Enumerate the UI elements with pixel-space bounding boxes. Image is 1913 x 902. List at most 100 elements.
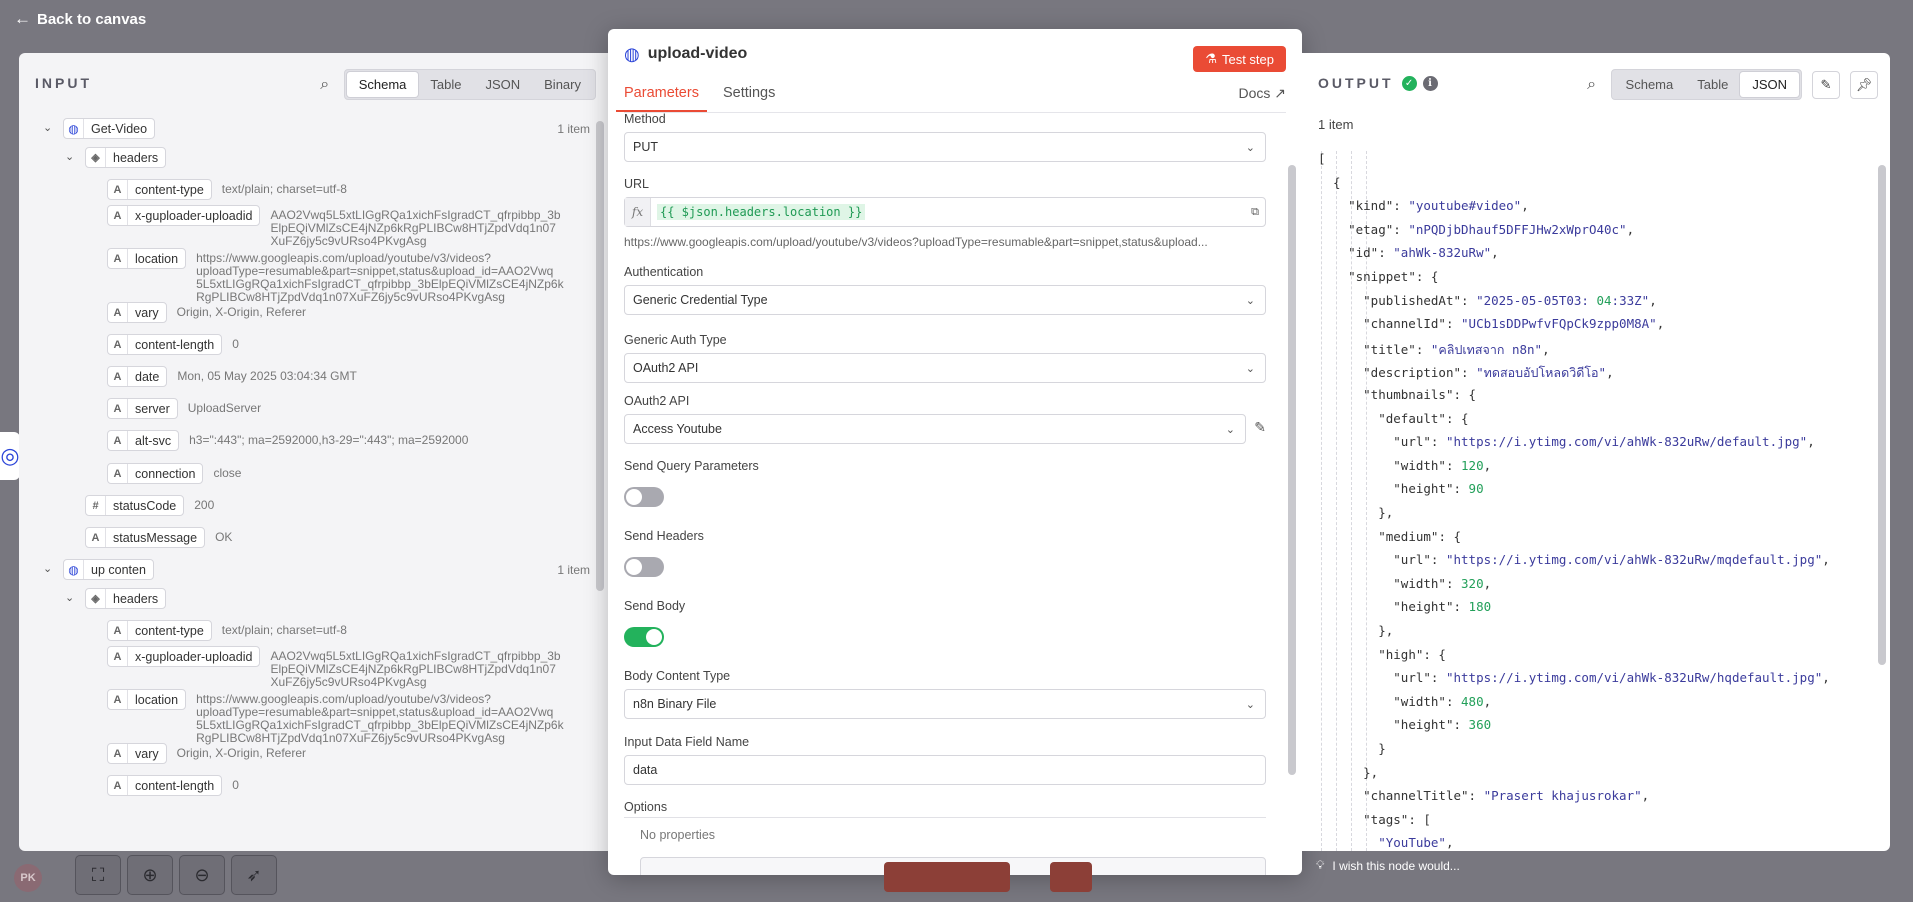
json-line: { <box>1318 174 1341 190</box>
json-line: "width": 480, <box>1393 693 1492 709</box>
oauth-credential-select[interactable]: Access Youtube ⌄ <box>624 414 1246 444</box>
expand-icon[interactable]: ⧉ <box>1251 206 1259 219</box>
chevron-down-icon[interactable]: ⌄ <box>43 121 52 134</box>
chevron-down-icon[interactable]: ⌄ <box>43 562 52 575</box>
send-headers-toggle[interactable] <box>624 557 664 577</box>
json-line: "url": "https://i.ytimg.com/vi/ahWk-832u… <box>1393 670 1830 686</box>
data-field-label: Input Data Field Name <box>624 735 750 749</box>
json-line: "height": 180 <box>1393 599 1492 615</box>
field-pill: Ax-guploader-uploadid <box>107 646 261 667</box>
output-panel: OUTPUT ✓ i ⌕ Schema Table JSON ✎ 📌︎ 1 it… <box>1302 53 1890 851</box>
pin-icon: 📌︎ <box>1855 76 1873 92</box>
send-body-label: Send Body <box>624 599 686 613</box>
input-tab-binary[interactable]: Binary <box>532 72 593 97</box>
docs-link[interactable]: Docs ↗ <box>1238 85 1286 102</box>
field-pill: Aserver <box>107 398 178 419</box>
field-pill: Aalt-svc <box>107 430 180 451</box>
tab-parameters[interactable]: Parameters <box>616 85 707 112</box>
field-pill: Acontent-length <box>107 775 223 796</box>
pencil-icon: ✎ <box>1820 76 1832 92</box>
data-field-input[interactable]: data <box>624 755 1266 785</box>
field-pill: Aconnection <box>107 463 204 484</box>
pencil-icon[interactable]: ✎ <box>1254 419 1266 436</box>
json-line: "YouTube", <box>1378 835 1454 851</box>
output-tab-json[interactable]: JSON <box>1740 72 1799 97</box>
external-link-icon: ↗ <box>1274 85 1286 101</box>
test-step-button[interactable]: ⚗ Test step <box>1193 46 1286 72</box>
field-pill: # statusCode <box>85 495 185 516</box>
field-value: AAO2Vwq5L5xtLIGgRQa1xichFsIgradCT_qfrpib… <box>270 649 561 689</box>
fit-view-button[interactable]: ⛶ <box>75 855 121 895</box>
scrollbar[interactable] <box>596 121 604 591</box>
json-line: "channelId": "UCb1sDDPwfvFQpCk9zpp0M8A", <box>1363 316 1665 332</box>
feedback-link[interactable]: 💡︎ I wish this node would... <box>1316 858 1460 873</box>
json-line: "kind": "youtube#video", <box>1348 198 1529 214</box>
chevron-down-icon[interactable]: ⌄ <box>65 150 74 163</box>
node-title[interactable]: upload-video <box>648 45 748 63</box>
globe-icon: ◍ <box>64 119 84 138</box>
scrollbar[interactable] <box>1878 165 1886 665</box>
chevron-down-icon: ⌄ <box>1245 698 1255 711</box>
chevron-down-icon: ⌄ <box>1245 362 1255 375</box>
chevron-down-icon[interactable]: ⌄ <box>65 591 74 604</box>
json-line: "width": 120, <box>1393 457 1492 473</box>
item-count: 1 item <box>557 563 590 577</box>
options-label: Options <box>624 800 668 814</box>
scrollbar[interactable] <box>1288 165 1296 775</box>
field-pill: Ax-guploader-uploadid <box>107 205 261 226</box>
cursor-icon: ➶ <box>246 864 262 885</box>
zoom-in-button[interactable]: ⊕ <box>127 855 173 895</box>
input-panel: INPUT ⌕ Schema Table JSON Binary ⌄ ◍ Get-… <box>19 53 608 851</box>
edit-output-button[interactable]: ✎ <box>1812 70 1840 99</box>
field-pill: Acontent-type <box>107 179 212 200</box>
tab-settings[interactable]: Settings <box>723 85 775 112</box>
json-line: "id": "ahWk-832uRw", <box>1348 245 1499 261</box>
json-viewer: [ { "kind": "youtube#video", "etag": "nP… <box>1318 151 1870 851</box>
json-line: "tags": [ <box>1363 811 1431 827</box>
generic-auth-select[interactable]: OAuth2 API ⌄ <box>624 353 1266 383</box>
node-dialog: ◍ upload-video ⚗ Test step Parameters Set… <box>608 29 1302 875</box>
authentication-select[interactable]: Generic Credential Type ⌄ <box>624 285 1266 315</box>
info-icon[interactable]: i <box>1422 75 1438 91</box>
method-select[interactable]: PUT ⌄ <box>624 132 1266 162</box>
send-body-toggle[interactable] <box>624 627 664 647</box>
method-label: Method <box>624 112 666 126</box>
output-tab-table[interactable]: Table <box>1685 72 1740 97</box>
delete-button[interactable] <box>1050 862 1092 892</box>
url-expression-input[interactable]: fx {{ $json.headers.location }} ⧉ <box>624 197 1266 227</box>
json-line: "etag": "nPQDjbDhauf5DFFJHw2xWprO40c", <box>1348 221 1635 237</box>
json-line: "title": "คลิปเทสจาก n8n", <box>1363 341 1550 357</box>
globe-icon: ◎ <box>0 443 20 468</box>
json-line: "height": 360 <box>1393 717 1492 733</box>
field-pill: Alocation <box>107 248 187 269</box>
json-line: } <box>1318 741 1386 756</box>
chevron-down-icon: ⌄ <box>1245 141 1255 154</box>
input-tab-json[interactable]: JSON <box>473 72 532 97</box>
node-globe-tab[interactable]: ◎ <box>0 432 20 480</box>
search-icon[interactable]: ⌕ <box>316 76 334 94</box>
avatar[interactable]: PK <box>14 864 42 892</box>
input-tab-schema[interactable]: Schema <box>346 72 419 97</box>
body-type-select[interactable]: n8n Binary File ⌄ <box>624 689 1266 719</box>
canvas-controls: ⛶ ⊕ ⊖ ➶ <box>75 855 277 895</box>
json-line: "publishedAt": "2025-05-05T03: 04:33Z", <box>1363 292 1657 308</box>
field-pill: Acontent-type <box>107 620 212 641</box>
json-line: "channelTitle": "Prasert khajusrokar", <box>1363 788 1650 804</box>
body-type-label: Body Content Type <box>624 669 731 683</box>
input-tab-table[interactable]: Table <box>418 72 473 97</box>
pin-data-button[interactable]: 📌︎ <box>1850 70 1878 99</box>
field-pill: Alocation <box>107 689 187 710</box>
globe-icon: ◍ <box>64 560 84 579</box>
send-headers-label: Send Headers <box>624 529 704 543</box>
back-to-canvas-link[interactable]: ← Back to canvas <box>14 9 146 29</box>
send-query-toggle[interactable] <box>624 487 664 507</box>
field-pill: Avary <box>107 302 167 323</box>
zoom-out-button[interactable]: ⊖ <box>179 855 225 895</box>
output-tab-schema[interactable]: Schema <box>1614 72 1686 97</box>
generic-auth-label: Generic Auth Type <box>624 333 727 347</box>
execute-workflow-button[interactable] <box>884 862 1010 892</box>
field-value: https://www.googleapis.com/upload/youtub… <box>196 251 564 304</box>
node-pill: ◍ Get-Video <box>63 118 156 139</box>
search-icon[interactable]: ⌕ <box>1583 76 1601 94</box>
tidy-button[interactable]: ➶ <box>231 855 277 895</box>
